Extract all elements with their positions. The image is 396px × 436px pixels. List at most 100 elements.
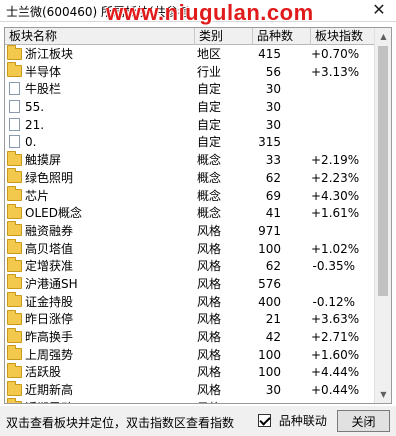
- sector-type: 风格: [197, 312, 222, 327]
- folder-icon: [7, 150, 22, 166]
- sector-name-cell[interactable]: 近期新高: [7, 380, 193, 400]
- folder-icon: [7, 203, 22, 219]
- sector-name-cell[interactable]: OLED概念: [7, 203, 193, 223]
- table-row[interactable]: 沪港通SH 风格 576: [5, 274, 375, 294]
- folder-icon: [7, 380, 22, 396]
- folder-icon: [7, 168, 22, 184]
- sector-name-cell[interactable]: 0.: [7, 134, 193, 152]
- stock-count: 315: [258, 135, 281, 150]
- table-row[interactable]: 绿色照明 概念 62 +2.23%: [5, 168, 375, 188]
- stock-count: 30: [265, 383, 281, 398]
- table-row[interactable]: 55. 自定 30: [5, 99, 375, 117]
- table-row[interactable]: 近期新高 风格 30 +0.44%: [5, 380, 375, 400]
- table-row[interactable]: OLED概念 概念 41 +1.61%: [5, 203, 375, 223]
- linkage-checkbox-label[interactable]: 品种联动: [279, 414, 327, 428]
- sector-type: 概念: [197, 188, 222, 203]
- table-row[interactable]: 定增获准 风格 62 -0.35%: [5, 256, 375, 276]
- table-row[interactable]: 触摸屏 概念 33 +2.19%: [5, 150, 375, 170]
- table-row[interactable]: 21. 自定 30: [5, 117, 375, 135]
- sector-index-change[interactable]: [311, 81, 375, 99]
- sector-name-cell[interactable]: 昨高换手: [7, 327, 193, 347]
- table-row[interactable]: 芯片 概念 69 +4.30%: [5, 186, 375, 206]
- sector-name-cell[interactable]: 证金持股: [7, 292, 193, 312]
- sector-index-change[interactable]: +3.13%: [311, 64, 375, 82]
- sector-name-cell[interactable]: 浙江板块: [7, 44, 193, 64]
- column-header-index[interactable]: 板块指数: [311, 28, 375, 45]
- sector-index-change[interactable]: [311, 223, 375, 241]
- sector-table[interactable]: 板块名称 类别 品种数 板块指数 浙江板块 地区 415 +0.70% 半导体 行业 56 +…: [4, 27, 392, 404]
- sector-name-cell[interactable]: 沪港通SH: [7, 274, 193, 294]
- sector-index-change[interactable]: +1.60%: [311, 347, 375, 365]
- sector-index-change[interactable]: +0.70%: [311, 46, 375, 64]
- table-row[interactable]: 昨高换手 风格 42 +2.71%: [5, 327, 375, 347]
- sector-name-cell[interactable]: 活跃股: [7, 362, 193, 382]
- scroll-down-icon[interactable]: ▼: [375, 386, 391, 403]
- sector-index-change[interactable]: +4.80%: [311, 400, 375, 403]
- linkage-toggle[interactable]: 品种联动: [258, 412, 327, 430]
- column-header-count[interactable]: 品种数: [253, 28, 311, 45]
- table-row[interactable]: 活跃股 风格 100 +4.44%: [5, 362, 375, 382]
- sector-index-change[interactable]: +1.61%: [311, 205, 375, 223]
- sector-type: 风格: [197, 276, 222, 291]
- table-row[interactable]: 近期异动 风格76+4.80%: [5, 398, 375, 403]
- table-row[interactable]: 昨日涨停 风格 21 +3.63%: [5, 309, 375, 329]
- stock-count: 62: [265, 259, 281, 274]
- table-row[interactable]: 半导体 行业 56 +3.13%: [5, 62, 375, 82]
- sector-name-cell[interactable]: 融资融券: [7, 221, 193, 241]
- sector-name: 融资融券: [25, 223, 74, 238]
- sector-name-cell[interactable]: 昨日涨停: [7, 309, 193, 329]
- sector-name-cell[interactable]: 上周强势: [7, 345, 193, 365]
- folder-icon: [7, 62, 22, 78]
- table-row[interactable]: 上周强势 风格 100 +1.60%: [5, 345, 375, 365]
- sector-index-change[interactable]: [311, 134, 375, 152]
- sector-name-cell[interactable]: 芯片: [7, 186, 193, 206]
- folder-icon: [7, 362, 22, 378]
- table-row[interactable]: 高贝塔值 风格 100 +1.02%: [5, 239, 375, 259]
- sector-index-change[interactable]: +4.44%: [311, 364, 375, 382]
- sector-index-change[interactable]: +0.44%: [311, 382, 375, 400]
- sector-index-change[interactable]: +3.63%: [311, 311, 375, 329]
- sector-name: 芯片: [25, 188, 50, 203]
- folder-icon: [7, 327, 22, 343]
- sector-index-change[interactable]: [311, 117, 375, 135]
- scroll-thumb[interactable]: [378, 46, 388, 296]
- sector-name-cell[interactable]: 21.: [7, 117, 193, 135]
- table-row[interactable]: 证金持股 风格 400 -0.12%: [5, 292, 375, 312]
- sector-name-cell[interactable]: 55.: [7, 99, 193, 117]
- column-header-name[interactable]: 板块名称: [5, 28, 195, 45]
- sector-index-change[interactable]: +2.71%: [311, 329, 375, 347]
- sector-index-change[interactable]: +2.19%: [311, 152, 375, 170]
- close-icon[interactable]: ✕: [370, 1, 388, 19]
- table-header: 板块名称 类别 品种数 板块指数: [5, 28, 375, 45]
- sector-index-change[interactable]: +2.23%: [311, 170, 375, 188]
- sector-name-cell[interactable]: 半导体: [7, 62, 193, 82]
- sector-index-change[interactable]: -0.35%: [311, 258, 375, 276]
- sector-type: 自定: [197, 100, 222, 115]
- vertical-scrollbar[interactable]: ▲ ▼: [374, 28, 391, 403]
- column-header-type[interactable]: 类别: [195, 28, 253, 45]
- folder-icon: [7, 256, 22, 272]
- stock-count: 100: [258, 347, 281, 362]
- table-row[interactable]: 0. 自定 315: [5, 134, 375, 152]
- sector-name-cell[interactable]: 高贝塔值: [7, 239, 193, 259]
- sector-name-cell[interactable]: 触摸屏: [7, 150, 193, 170]
- folder-icon: [7, 274, 22, 290]
- sector-index-change[interactable]: +1.02%: [311, 241, 375, 259]
- sector-name-cell[interactable]: 定增获准: [7, 256, 193, 276]
- sector-index-change[interactable]: [311, 99, 375, 117]
- sector-index-change[interactable]: +4.30%: [311, 188, 375, 206]
- sector-name: 近期新高: [25, 383, 74, 398]
- sector-name-cell[interactable]: 牛股栏: [7, 81, 193, 99]
- linkage-checkbox[interactable]: [258, 414, 271, 427]
- sector-type: 风格: [197, 383, 222, 398]
- scroll-up-icon[interactable]: ▲: [375, 28, 391, 45]
- sector-name-cell[interactable]: 近期异动: [7, 398, 193, 403]
- table-row[interactable]: 浙江板块 地区 415 +0.70%: [5, 44, 375, 64]
- close-button[interactable]: 关闭: [337, 410, 390, 432]
- sector-name-cell[interactable]: 绿色照明: [7, 168, 193, 188]
- table-row[interactable]: 牛股栏 自定 30: [5, 81, 375, 99]
- folder-icon: [7, 309, 22, 325]
- table-row[interactable]: 融资融券 风格 971: [5, 221, 375, 241]
- sector-index-change[interactable]: [311, 276, 375, 294]
- sector-index-change[interactable]: -0.12%: [311, 294, 375, 312]
